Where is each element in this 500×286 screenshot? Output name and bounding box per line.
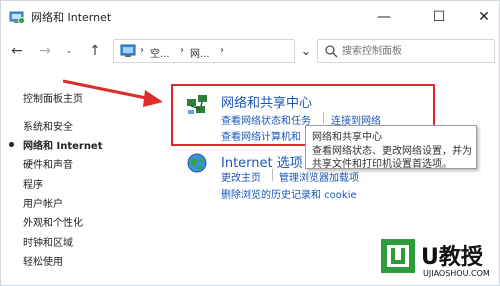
internet-options-globe-icon: [187, 153, 207, 173]
sidebar-item-user-accounts[interactable]: 用户帐户: [23, 195, 63, 210]
address-separator: ›: [140, 45, 144, 56]
search-icon: [325, 45, 338, 58]
minimize-icon: —: [377, 9, 391, 25]
maximize-icon: ☐: [432, 9, 446, 25]
control-panel-window: 网络和 Internet — ☐ ✕ ← → ⌄ ↑ › 空... › 网...…: [0, 0, 500, 286]
tooltip-line: 共享文件和打印机设置首选项。: [312, 159, 452, 170]
back-arrow-icon: ←: [11, 43, 23, 59]
sidebar-item-system-security[interactable]: 系统和安全: [23, 118, 73, 133]
back-button[interactable]: ←: [7, 41, 27, 61]
watermark-brand: U教授: [421, 245, 483, 270]
up-button[interactable]: ↑: [85, 41, 105, 61]
link-divider: [272, 169, 273, 181]
tooltip-title: 网络和共享中心: [312, 132, 382, 143]
search-box[interactable]: [317, 39, 495, 63]
sidebar-item-network-internet[interactable]: 网络和 Internet: [23, 137, 103, 152]
up-arrow-icon: ↑: [89, 43, 101, 59]
sidebar-item-appearance[interactable]: 外观和个性化: [23, 214, 83, 229]
sidebar-item-ease-of-access[interactable]: 轻松使用: [23, 253, 63, 268]
address-separator: ›: [180, 45, 184, 56]
address-dropdown-button[interactable]: ⌄: [299, 41, 313, 61]
forward-arrow-icon: →: [39, 43, 51, 59]
navigation-bar: ← → ⌄ ↑ › 空... › 网... › ⌄: [1, 33, 499, 71]
title-bar: 网络和 Internet — ☐ ✕: [1, 1, 499, 33]
watermark: U教授 UJIAOSHOU.COM: [377, 233, 497, 285]
tooltip: 网络和共享中心 查看网络状态、更改网络设置，并为 共享文件和打印机设置首选项。: [305, 125, 477, 170]
address-segment-network[interactable]: 网...: [190, 45, 210, 60]
watermark-logo-icon: [377, 235, 419, 277]
address-bar[interactable]: › 空... › 网... ›: [113, 39, 295, 63]
address-separator: ›: [220, 45, 224, 56]
sidebar-item-hardware-sound[interactable]: 硬件和声音: [23, 156, 73, 171]
active-bullet-icon: [9, 142, 14, 147]
network-globe-icon: [9, 11, 25, 24]
maximize-button[interactable]: ☐: [416, 1, 462, 33]
change-homepage-link[interactable]: 更改主页: [221, 169, 261, 184]
sidebar-item-programs[interactable]: 程序: [23, 176, 43, 191]
recent-locations-button[interactable]: ⌄: [59, 41, 79, 61]
chevron-down-icon: ⌄: [300, 43, 312, 59]
close-button[interactable]: ✕: [461, 1, 499, 33]
watermark-url: UJIAOSHOU.COM: [423, 269, 490, 278]
search-input[interactable]: [342, 43, 492, 59]
red-arrow-annotation: [62, 79, 163, 107]
minimize-button[interactable]: —: [361, 1, 407, 33]
close-icon: ✕: [478, 9, 490, 25]
chevron-down-icon: ⌄: [65, 46, 73, 56]
window-title: 网络和 Internet: [31, 11, 112, 24]
sidebar-item-clock-region[interactable]: 时钟和区域: [23, 234, 73, 249]
forward-button[interactable]: →: [35, 41, 55, 61]
manage-addons-link[interactable]: 管理浏览器加载项: [279, 169, 359, 184]
control-panel-icon: [120, 44, 136, 57]
address-segment-control-panel[interactable]: 空...: [150, 45, 170, 60]
delete-history-cookies-link[interactable]: 删除浏览的历史记录和 cookie: [221, 186, 357, 201]
